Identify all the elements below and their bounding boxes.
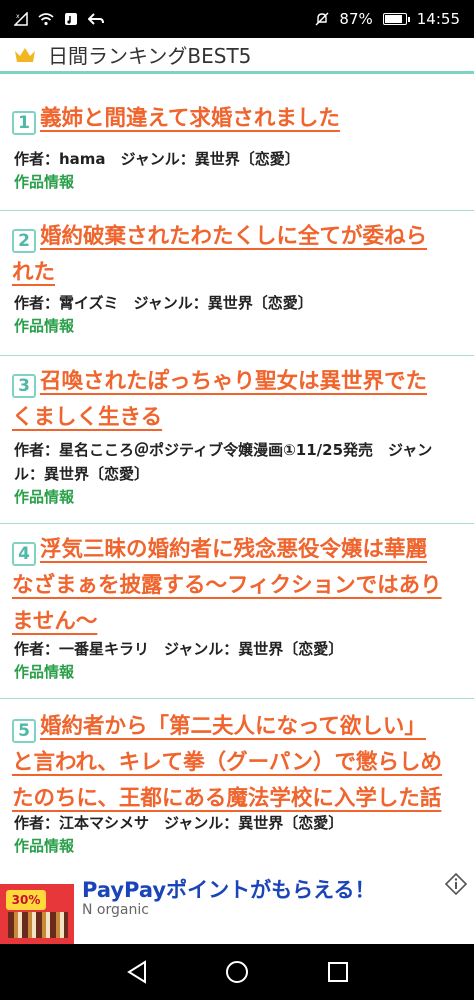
meta-line: 作者：hama ジャンル：異世界〔恋愛〕 xyxy=(14,150,300,168)
title-line: ません〜 xyxy=(12,609,98,634)
home-circle-icon[interactable] xyxy=(223,958,251,986)
work-info-link[interactable]: 作品情報 xyxy=(14,315,74,337)
battery-percent: 87% xyxy=(339,10,373,28)
ad-title[interactable]: PayPayポイントがもらえる！ xyxy=(82,874,375,904)
title-line: なざまぁを披露する〜フィクションではあり xyxy=(12,573,442,598)
ranking-item-2: 2 婚約破棄されたわたくしに全てが委ねられた 作者：霄イズミ ジャンル：異世界〔恋… xyxy=(0,211,474,356)
wifi-icon xyxy=(38,13,54,26)
meta-line: 作者：一番星キラリ ジャンル：異世界〔恋愛〕 xyxy=(14,640,344,658)
work-title: 2 婚約破棄されたわたくしに全てが委ねられた xyxy=(12,219,462,291)
work-meta: 作者：hama ジャンル：異世界〔恋愛〕 xyxy=(14,147,460,171)
ad-thumbnail-bottles xyxy=(8,912,68,938)
rank-number-badge: 5 xyxy=(12,719,36,743)
title-line: 婚約者から「第二夫人になって欲しい」 xyxy=(40,714,426,739)
battery-icon xyxy=(382,13,410,25)
ad-banner[interactable]: 30% PayPayポイントがもらえる！ N organic xyxy=(0,862,474,944)
title-line: 婚約破棄されたわたくしに全てが委ねら xyxy=(40,224,428,249)
work-info-link[interactable]: 作品情報 xyxy=(14,171,74,193)
meta-line: 作者：星名こころ＠ポジティブ令嬢漫画①11/25発売 ジャン xyxy=(14,441,433,459)
rank-number-badge: 4 xyxy=(12,542,36,566)
rank-number-badge: 3 xyxy=(12,374,36,398)
meta-line: 作者：江本マシメサ ジャンル：異世界〔恋愛〕 xyxy=(14,814,344,832)
ad-thumbnail[interactable]: 30% xyxy=(0,872,74,944)
back-arrow-icon xyxy=(88,13,104,25)
work-meta: 作者：一番星キラリ ジャンル：異世界〔恋愛〕 xyxy=(14,637,460,661)
recents-square-icon[interactable] xyxy=(324,958,352,986)
ad-thumbnail-badge: 30% xyxy=(6,890,46,910)
mute-icon xyxy=(315,12,329,26)
crown-icon xyxy=(15,47,35,62)
work-meta: 作者：江本マシメサ ジャンル：異世界〔恋愛〕 xyxy=(14,811,460,835)
work-title: 4 浮気三昧の婚約者に残念悪役令嬢は華麗なざまぁを披露する〜フィクションではありま… xyxy=(12,532,462,640)
title-line: くましく生きる xyxy=(12,405,163,430)
rank-number-badge: 1 xyxy=(12,111,36,135)
title-line: と言われ、キレて拳（グーパン）で懲らしめ xyxy=(12,750,443,775)
ranking-item-1: 1 義姉と間違えて求婚されました 作者：hama ジャンル：異世界〔恋愛〕 作品情… xyxy=(0,77,474,211)
title-line: 義姉と間違えて求婚されました xyxy=(40,106,340,131)
work-title-link[interactable]: 婚約破棄されたわたくしに全てが委ねられた xyxy=(12,224,427,285)
battery-fill xyxy=(384,15,402,23)
work-info-link[interactable]: 作品情報 xyxy=(14,661,74,683)
ad-sponsor: N organic xyxy=(82,902,149,918)
work-info-link[interactable]: 作品情報 xyxy=(14,486,74,508)
back-triangle-icon[interactable] xyxy=(124,958,152,986)
work-meta: 作者：星名こころ＠ポジティブ令嬢漫画①11/25発売 ジャン ル：異世界〔恋愛〕 xyxy=(14,438,460,486)
page-title: 日間ランキングBEST5 xyxy=(48,44,252,68)
rank-number-badge: 2 xyxy=(12,229,36,253)
work-title: 5 婚約者から「第二夫人になって欲しい」と言われ、キレて拳（グーパン）で懲らしめた… xyxy=(12,709,462,817)
music-icon xyxy=(65,13,77,25)
work-title: 1 義姉と間違えて求婚されました xyxy=(12,101,462,137)
work-info-link[interactable]: 作品情報 xyxy=(14,835,74,857)
title-line: 浮気三昧の婚約者に残念悪役令嬢は華麗 xyxy=(40,537,428,562)
title-line: 召喚されたぽっちゃり聖女は異世界でた xyxy=(40,369,428,394)
title-line: たのちに、王都にある魔法学校に入学した話 xyxy=(12,786,442,811)
work-title-link[interactable]: 召喚されたぽっちゃり聖女は異世界でたくましく生きる xyxy=(12,369,427,430)
signal-icon: x xyxy=(14,12,28,26)
work-title: 3 召喚されたぽっちゃり聖女は異世界でたくましく生きる xyxy=(12,364,462,436)
ranking-item-4: 4 浮気三昧の婚約者に残念悪役令嬢は華麗なざまぁを披露する〜フィクションではありま… xyxy=(0,524,474,699)
work-title-link[interactable]: 義姉と間違えて求婚されました xyxy=(40,106,340,131)
status-bar: x 87% 14:55 xyxy=(0,0,474,38)
meta-line: 作者：霄イズミ ジャンル：異世界〔恋愛〕 xyxy=(14,294,313,312)
system-nav-bar xyxy=(0,944,474,1000)
work-title-link[interactable]: 浮気三昧の婚約者に残念悪役令嬢は華麗なざまぁを披露する〜フィクションではあり ませ… xyxy=(12,537,442,634)
clock: 14:55 xyxy=(416,10,460,28)
ranking-item-5: 5 婚約者から「第二夫人になって欲しい」と言われ、キレて拳（グーパン）で懲らしめた… xyxy=(0,699,474,864)
ranking-header: 日間ランキングBEST5 xyxy=(0,38,474,74)
ad-info-icon[interactable] xyxy=(444,872,468,896)
title-line: れた xyxy=(12,260,56,285)
ranking-item-3: 3 召喚されたぽっちゃり聖女は異世界でたくましく生きる 作者：星名こころ＠ポジティ… xyxy=(0,356,474,524)
work-title-link[interactable]: 婚約者から「第二夫人になって欲しい」と言われ、キレて拳（グーパン）で懲らしめ たの… xyxy=(12,714,442,811)
svg-text:x: x xyxy=(16,13,20,20)
meta-line: ル：異世界〔恋愛〕 xyxy=(14,465,150,483)
ad-thumbnail-band xyxy=(0,872,74,884)
ad-thumbnail-badge-text: 30% xyxy=(11,893,41,907)
work-meta: 作者：霄イズミ ジャンル：異世界〔恋愛〕 xyxy=(14,291,460,315)
